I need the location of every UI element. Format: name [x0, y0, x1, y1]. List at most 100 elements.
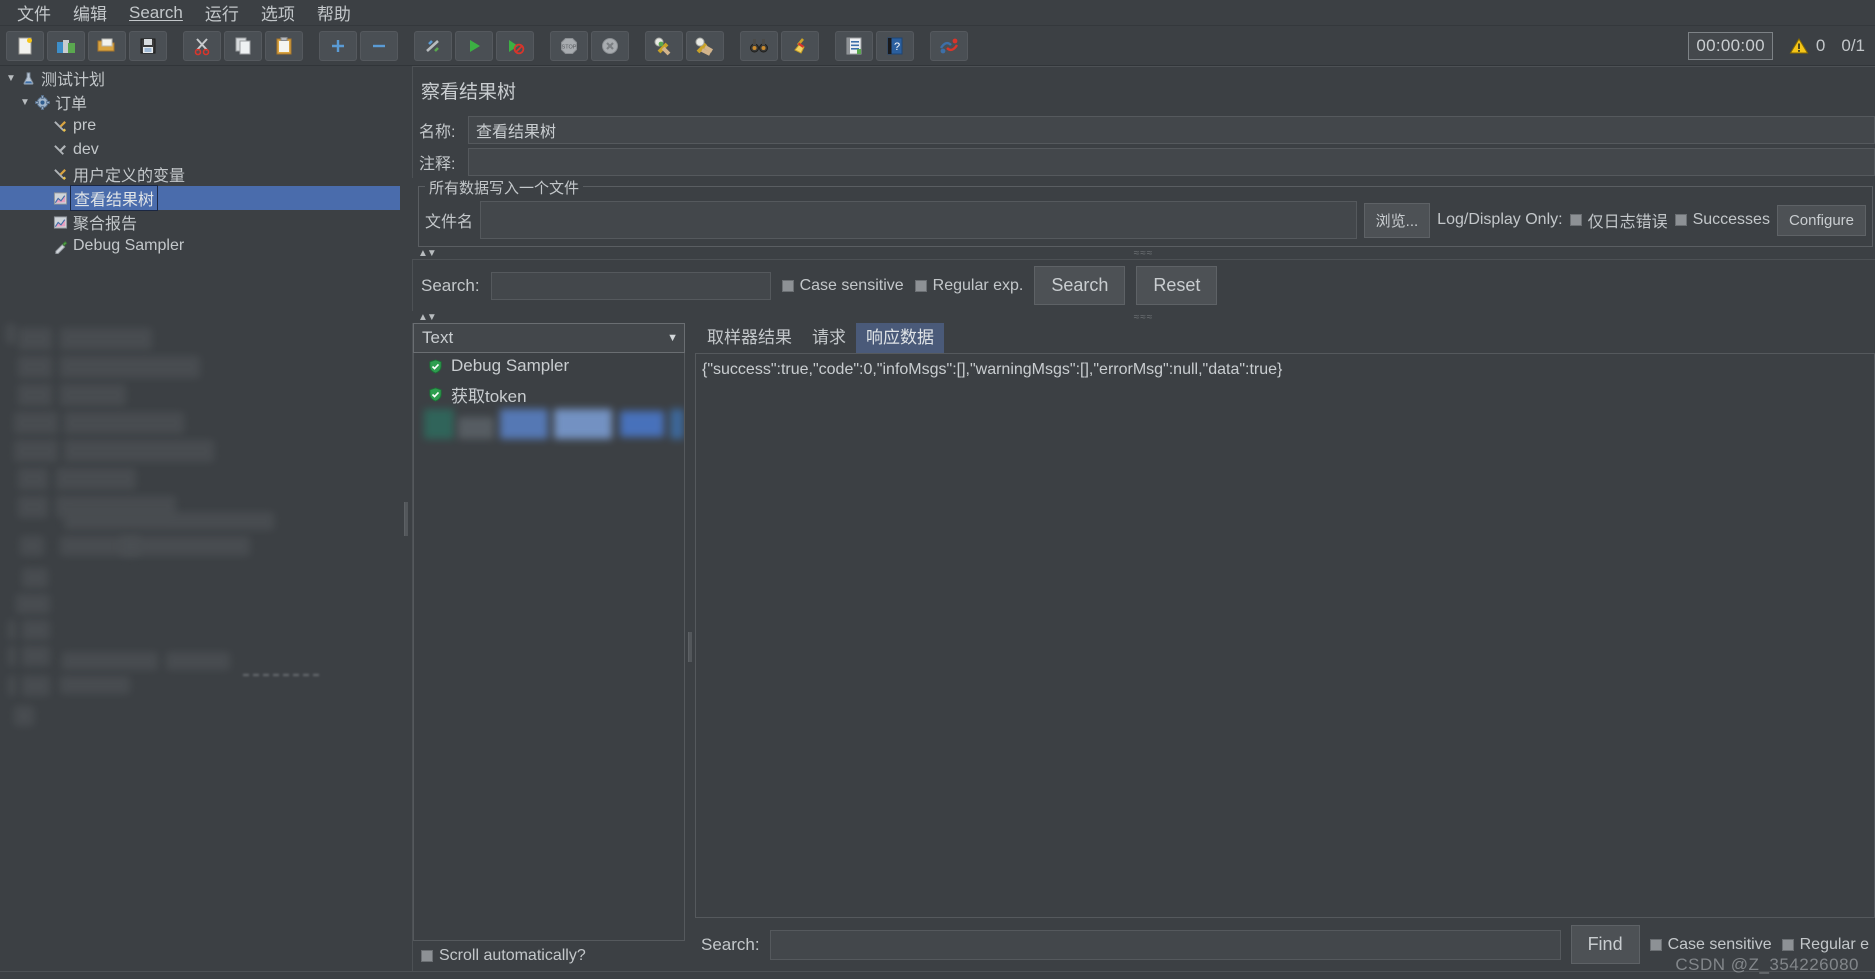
search-regular-exp-checkbox[interactable]: Regular exp. — [914, 277, 1023, 295]
menu-run[interactable]: 运行 — [196, 0, 248, 27]
filename-label: 文件名 — [425, 214, 474, 231]
bottom-case-sensitive-label: Case sensitive — [1667, 935, 1772, 953]
tree-node-user-defined-variables[interactable]: 用户定义的变量 — [0, 162, 400, 186]
clear-all-button[interactable] — [686, 30, 724, 61]
menu-options[interactable]: 选项 — [252, 0, 304, 27]
render-selector-value: Text — [422, 328, 454, 347]
collapse-button[interactable] — [360, 30, 398, 61]
tree-node-aggregate-report[interactable]: 聚合报告 — [0, 210, 400, 234]
bottom-case-sensitive-checkbox[interactable]: Case sensitive — [1649, 935, 1772, 954]
function-helper-button[interactable] — [835, 30, 873, 61]
success-shield-icon — [429, 387, 442, 402]
active-thread-count: 0/1 — [1841, 36, 1865, 55]
tree-toggle-icon[interactable]: ▼ — [18, 97, 32, 108]
warning-indicator[interactable]: 0 — [1789, 36, 1825, 56]
menu-help[interactable]: 帮助 — [308, 0, 360, 27]
response-search-bar: Search: Find Case sensitive Regular e — [695, 918, 1875, 971]
splitter-grip — [688, 632, 692, 662]
checkbox-box — [1674, 214, 1687, 226]
tree-node-debug-sampler[interactable]: Debug Sampler — [0, 234, 400, 258]
config-element-icon — [50, 167, 70, 182]
comment-field-row: 注释: — [412, 146, 1875, 178]
start-button[interactable] — [455, 30, 493, 61]
search-input[interactable] — [490, 271, 771, 300]
name-field-row: 名称: — [412, 114, 1875, 146]
stop-button[interactable]: STOP — [550, 30, 588, 61]
paste-button[interactable] — [265, 30, 303, 61]
menu-edit[interactable]: 编辑 — [64, 0, 116, 27]
tree-node-dev[interactable]: dev — [0, 138, 400, 162]
cut-button[interactable] — [183, 30, 221, 61]
clear-icon — [654, 37, 671, 55]
open-button[interactable] — [88, 30, 126, 61]
result-item-debug-sampler[interactable]: Debug Sampler — [414, 353, 684, 379]
tab-response-data[interactable]: 响应数据 — [856, 318, 944, 353]
successes-checkbox[interactable]: Successes — [1674, 211, 1770, 229]
config-element-icon — [50, 119, 70, 134]
scroll-automatically-checkbox[interactable]: Scroll automatically? — [421, 947, 586, 965]
shutdown-button[interactable] — [591, 30, 629, 61]
comment-input[interactable] — [468, 148, 1875, 176]
tree-toggle-icon[interactable]: ▼ — [4, 73, 18, 84]
upper-horizontal-splitter[interactable]: ▲▼ ≈≈≈ — [412, 247, 1875, 259]
listener-panel: 察看结果树 名称: 注释: 所有数据写入一个文件 文件名 浏览... Log/D… — [412, 66, 1875, 971]
tree-node-test-plan[interactable]: ▼ 测试计划 — [0, 66, 400, 90]
bottom-regular-exp-checkbox[interactable]: Regular e — [1781, 935, 1869, 954]
test-plan-tree[interactable]: ▼ 测试计划 ▼ 订单 pre dev 用户定义的变量 查看结果树 聚合报告 D… — [0, 66, 400, 971]
templates-button[interactable] — [47, 30, 85, 61]
copy-button[interactable] — [224, 30, 262, 61]
splitter-arrows-icon[interactable]: ▲▼ — [418, 312, 437, 323]
search-reset-button[interactable]: Reset — [1136, 266, 1218, 305]
reset-search-button[interactable] — [781, 30, 819, 61]
tree-label: dev — [73, 141, 99, 158]
groupbox-title: 所有数据写入一个文件 — [425, 177, 584, 198]
listener-icon — [50, 191, 70, 206]
tab-request[interactable]: 请求 — [802, 318, 856, 353]
search-case-sensitive-checkbox[interactable]: Case sensitive — [781, 277, 904, 295]
render-selector-combo[interactable]: Text ▼ — [413, 323, 685, 353]
menu-search[interactable]: Search — [120, 1, 192, 25]
help-button[interactable]: ? — [876, 30, 914, 61]
splitter-grip — [404, 501, 408, 536]
results-search-bar: Search: Case sensitive Regular exp. Sear… — [412, 259, 1875, 311]
results-response-splitter[interactable] — [685, 323, 695, 971]
thread-group-icon — [32, 94, 52, 110]
start-no-timers-button[interactable] — [496, 30, 534, 61]
splitter-arrows-icon[interactable]: ▲▼ — [418, 248, 437, 259]
splitter-dots-icon: ≈≈≈ — [1133, 311, 1154, 323]
search-submit-button[interactable]: Search — [1034, 266, 1126, 305]
toggle-button[interactable] — [414, 30, 452, 61]
response-body[interactable]: {"success":true,"code":0,"infoMsgs":[],"… — [695, 353, 1875, 918]
filename-input[interactable] — [480, 201, 1357, 239]
tree-node-view-results-tree[interactable]: 查看结果树 — [0, 185, 400, 211]
lower-horizontal-splitter[interactable]: ▲▼ ≈≈≈ — [412, 311, 1875, 323]
find-button[interactable]: Find — [1570, 925, 1640, 964]
expand-button[interactable] — [319, 30, 357, 61]
name-input[interactable] — [468, 116, 1875, 144]
expand-plus-icon — [332, 39, 344, 52]
save-button[interactable] — [129, 30, 167, 61]
search-button[interactable] — [740, 30, 778, 61]
new-file-button[interactable] — [6, 30, 44, 61]
tree-label: 订单 — [55, 96, 88, 113]
tree-node-order[interactable]: ▼ 订单 — [0, 90, 400, 114]
tree-panel-splitter[interactable] — [400, 66, 412, 971]
menu-file[interactable]: 文件 — [8, 0, 60, 27]
save-icon — [140, 38, 156, 53]
undo-redo-icon — [939, 38, 959, 53]
log-display-only-label: Log/Display Only: — [1437, 211, 1563, 228]
configure-button[interactable]: Configure — [1776, 204, 1866, 236]
tree-node-pre[interactable]: pre — [0, 114, 400, 138]
bottom-search-input[interactable] — [769, 929, 1561, 960]
chevron-down-icon[interactable]: ▼ — [667, 332, 678, 344]
bottom-regular-exp-label: Regular e — [1799, 935, 1869, 953]
undo-redo-button[interactable] — [930, 30, 968, 61]
browse-button[interactable]: 浏览... — [1363, 202, 1431, 238]
result-item-get-token[interactable]: 获取token — [414, 379, 684, 410]
redacted-results-region — [414, 409, 684, 443]
clear-button[interactable] — [645, 30, 683, 61]
tab-sampler-result[interactable]: 取样器结果 — [697, 318, 802, 353]
errors-only-checkbox[interactable]: 仅日志错误 — [1569, 208, 1668, 232]
results-list[interactable]: Debug Sampler 获取token — [413, 353, 685, 941]
render-selector-row: Text ▼ — [413, 323, 685, 353]
